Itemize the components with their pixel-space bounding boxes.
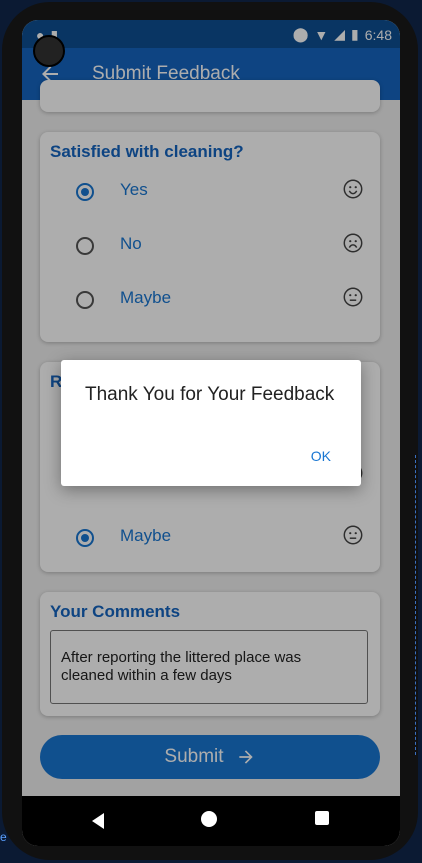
navigation-bar	[22, 796, 400, 846]
ok-button[interactable]: OK	[311, 448, 331, 464]
nav-back-icon[interactable]	[90, 812, 106, 830]
nav-home-icon[interactable]	[201, 811, 217, 827]
dialog-title: Thank You for Your Feedback	[85, 384, 335, 405]
nav-recents-icon[interactable]	[315, 811, 329, 825]
front-camera	[33, 35, 65, 67]
screen: ● ▮ ⬤ ▼ ◢ ▮ 6:48 Submit Feedback Satisfi…	[22, 20, 400, 846]
edge-text: e	[0, 830, 7, 844]
background-decoration	[415, 455, 422, 755]
feedback-dialog: Thank You for Your Feedback OK	[61, 360, 361, 486]
phone-frame: ● ▮ ⬤ ▼ ◢ ▮ 6:48 Submit Feedback Satisfi…	[2, 2, 418, 860]
